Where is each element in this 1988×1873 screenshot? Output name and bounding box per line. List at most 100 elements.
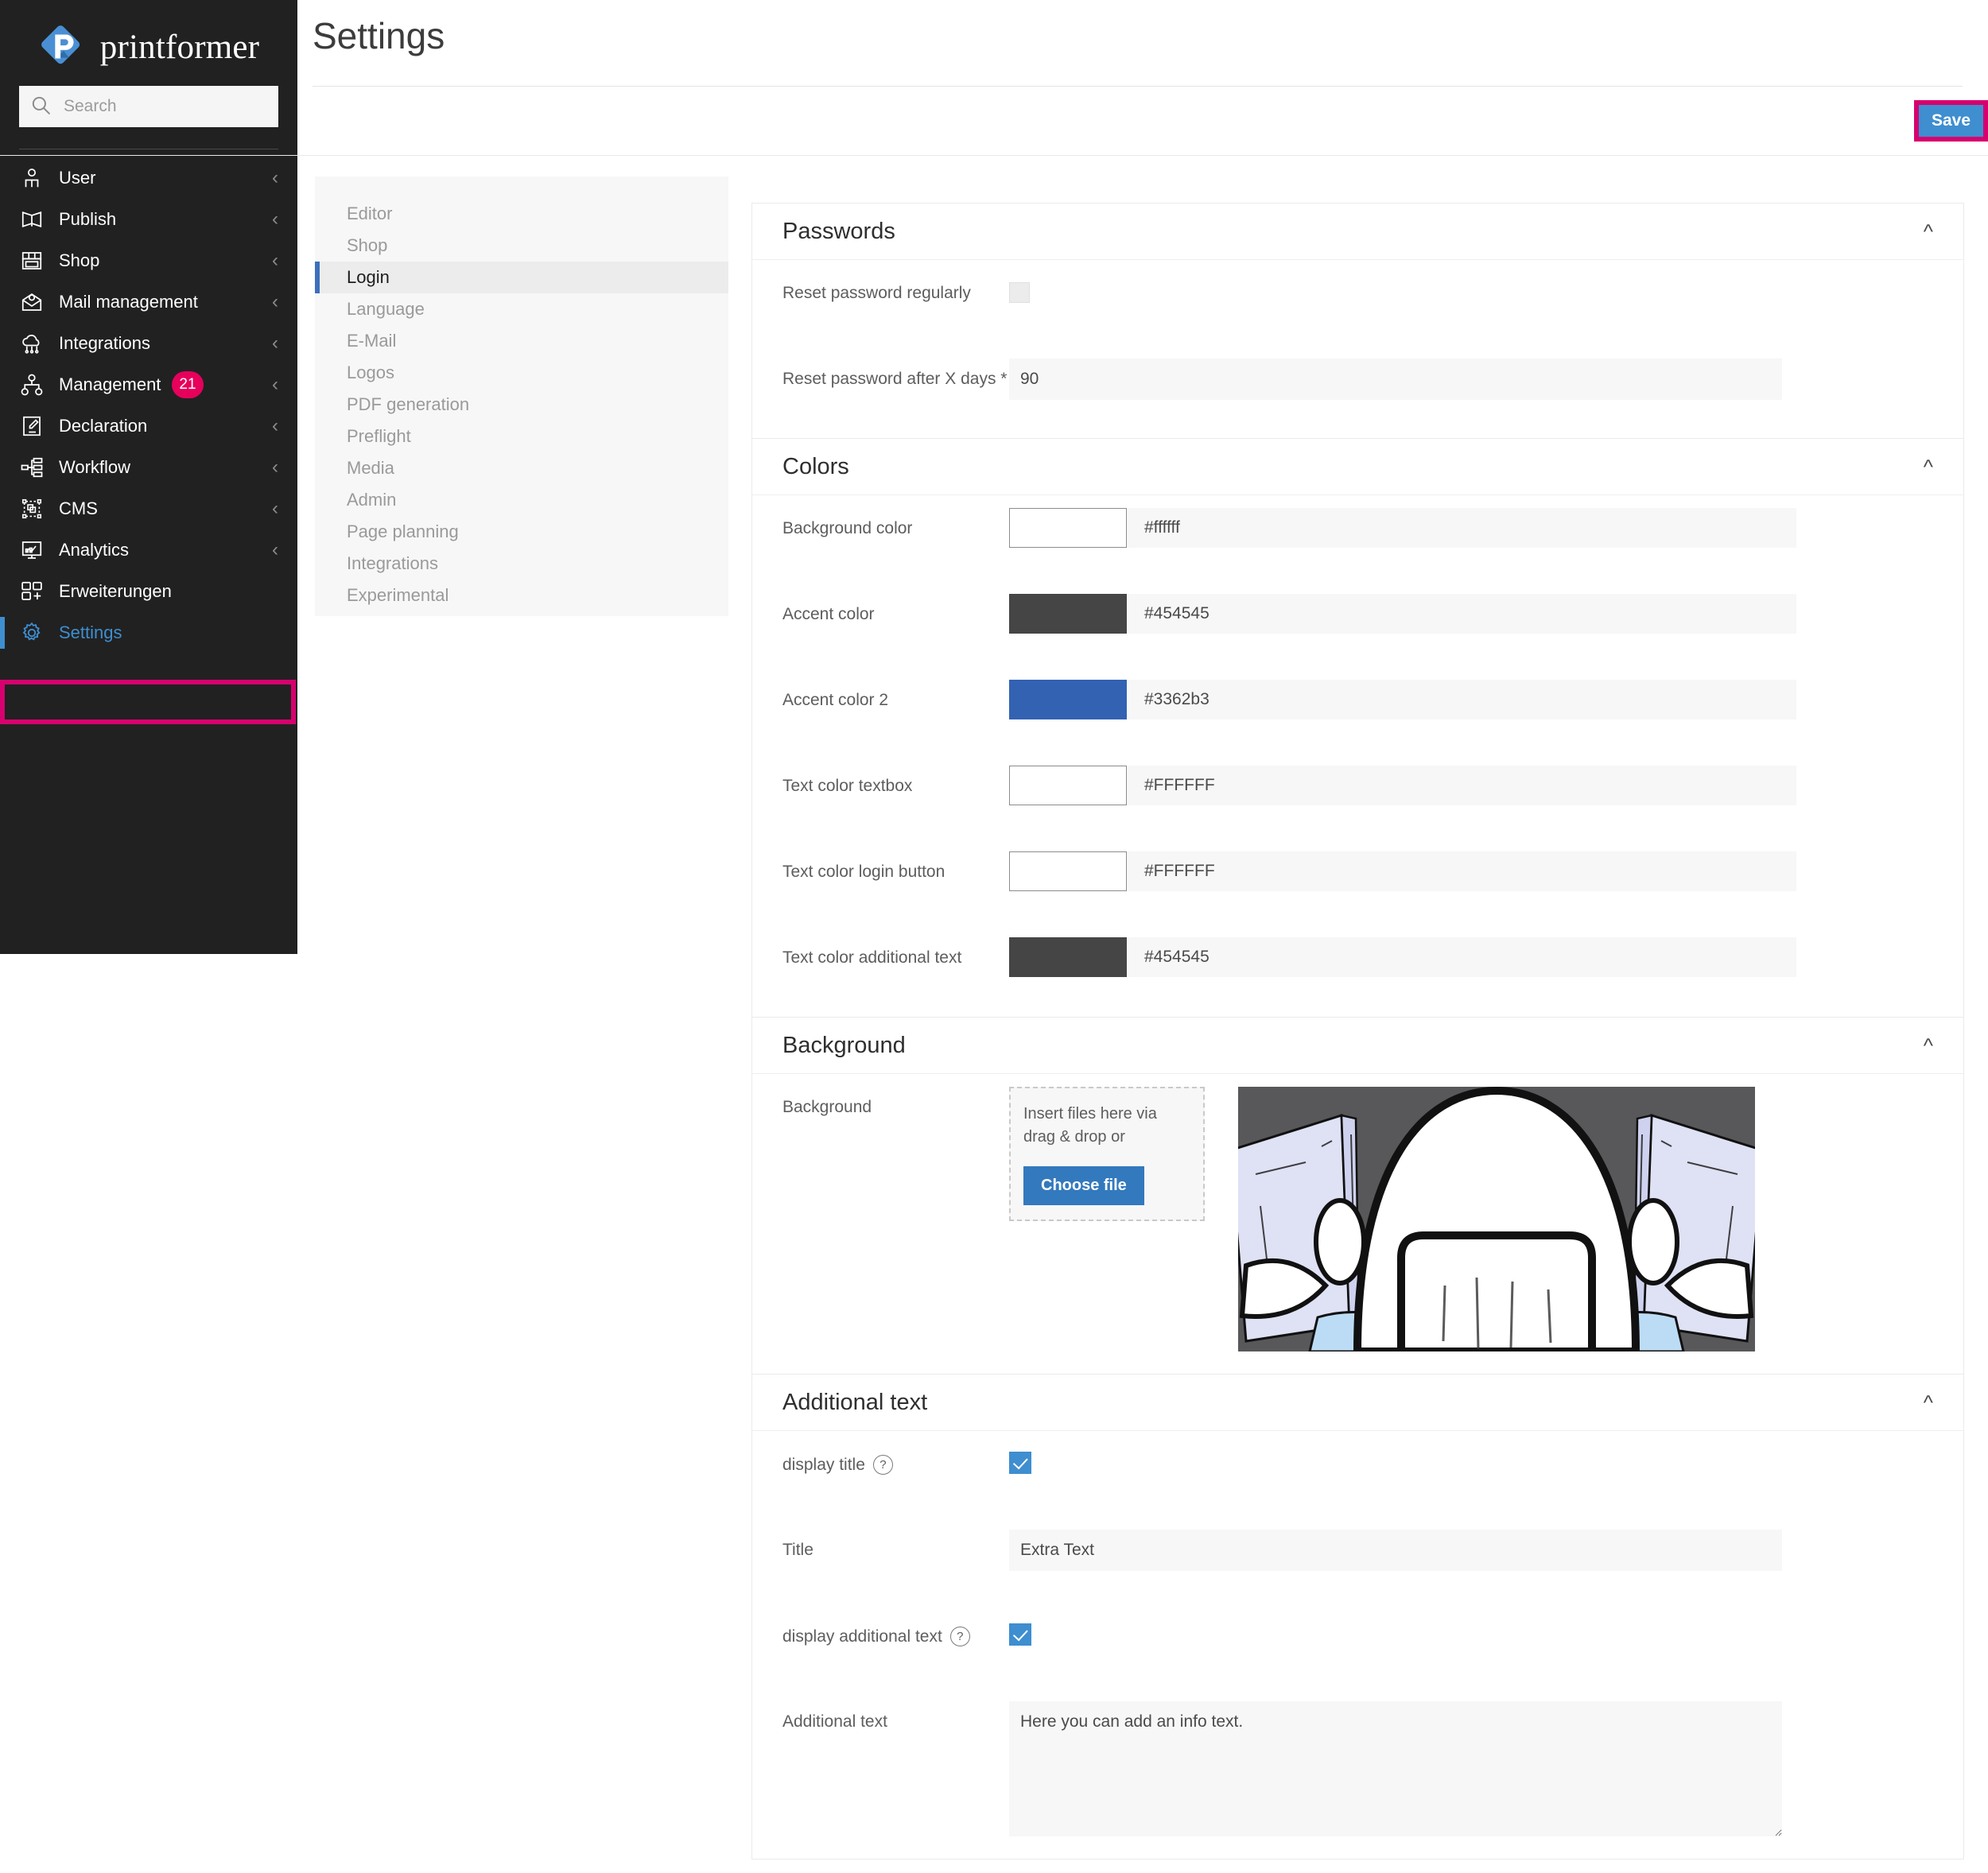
additional-text-section-body: display title ? Title display additional…	[752, 1431, 1963, 1859]
help-icon[interactable]: ?	[873, 1455, 893, 1475]
gear-icon	[14, 615, 49, 650]
chevron-left-icon[interactable]: ‹	[272, 251, 278, 270]
search-box[interactable]	[19, 86, 278, 127]
help-icon[interactable]: ?	[950, 1627, 970, 1646]
submenu-item-label: Experimental	[347, 585, 448, 606]
color-swatch[interactable]	[1009, 594, 1127, 634]
submenu-item-editor[interactable]: Editor	[315, 198, 728, 230]
reset-password-regularly-checkbox[interactable]	[1009, 282, 1030, 303]
submenu-item-login[interactable]: Login	[315, 262, 728, 293]
color-input-group: #FFFFFF	[1009, 766, 1796, 805]
submenu-item-language[interactable]: Language	[315, 293, 728, 325]
chevron-up-icon[interactable]: ^	[1924, 456, 1933, 477]
chevron-left-icon[interactable]: ‹	[272, 499, 278, 518]
sidebar-item-workflow[interactable]: Workflow ‹	[0, 447, 297, 488]
submenu-item-page-planning[interactable]: Page planning	[315, 516, 728, 548]
row-spacer	[782, 1673, 1933, 1701]
section-title: Background	[782, 1033, 906, 1059]
dropzone-instructions: Insert files here via drag & drop or	[1023, 1103, 1190, 1149]
submenu-item-preflight[interactable]: Preflight	[315, 421, 728, 452]
title-row: Title	[782, 1530, 1933, 1587]
chevron-left-icon[interactable]: ‹	[272, 210, 278, 229]
chevron-left-icon[interactable]: ‹	[272, 541, 278, 560]
color-hex-value[interactable]: #454545	[1127, 594, 1209, 634]
title-input[interactable]	[1009, 1530, 1782, 1571]
field-label: Additional text	[782, 1701, 1009, 1731]
color-swatch[interactable]	[1009, 937, 1127, 977]
header-divider	[0, 155, 1988, 156]
chevron-up-icon[interactable]: ^	[1924, 221, 1933, 242]
org-chart-icon	[14, 367, 49, 402]
file-dropzone[interactable]: Insert files here via drag & drop or Cho…	[1009, 1087, 1205, 1221]
background-preview-image	[1238, 1087, 1755, 1351]
reset-password-days-input[interactable]	[1009, 359, 1782, 400]
sidebar-item-analytics[interactable]: Analytics ‹	[0, 529, 297, 571]
additional-text-textarea[interactable]	[1009, 1701, 1782, 1836]
display-additional-text-checkbox[interactable]	[1009, 1623, 1031, 1646]
brand-logo-area[interactable]: printformer	[0, 0, 297, 86]
color-swatch[interactable]	[1009, 508, 1127, 548]
sidebar-item-erweiterungen[interactable]: Erweiterungen	[0, 571, 297, 612]
field-label: Reset password after X days *	[782, 359, 1009, 389]
chevron-left-icon[interactable]: ‹	[272, 293, 278, 312]
active-indicator	[315, 262, 320, 293]
field-label-text: display title	[782, 1456, 865, 1475]
save-button[interactable]: Save	[1919, 105, 1983, 137]
submenu-item-logos[interactable]: Logos	[315, 357, 728, 389]
sidebar-item-user[interactable]: User ‹	[0, 157, 297, 199]
color-hex-value[interactable]: #3362b3	[1127, 680, 1209, 719]
field-label: display title ?	[782, 1444, 1009, 1475]
chevron-left-icon[interactable]: ‹	[272, 169, 278, 188]
sidebar-item-settings[interactable]: Settings	[0, 612, 297, 653]
chevron-left-icon[interactable]: ‹	[272, 375, 278, 394]
background-section-header[interactable]: Background ^	[752, 1018, 1963, 1074]
sidebar-item-shop[interactable]: Shop ‹	[0, 240, 297, 281]
display-title-row: display title ?	[782, 1444, 1933, 1501]
color-hex-value[interactable]: #FFFFFF	[1127, 851, 1215, 891]
row-spacer	[782, 1501, 1933, 1530]
color-hex-value[interactable]: #454545	[1127, 937, 1209, 977]
sidebar-highlight-region[interactable]	[0, 680, 296, 724]
submenu-item-integrations[interactable]: Integrations	[315, 548, 728, 580]
submenu-item-shop[interactable]: Shop	[315, 230, 728, 262]
passwords-section-header[interactable]: Passwords ^	[752, 204, 1963, 260]
additional-text-section-header[interactable]: Additional text ^	[752, 1375, 1963, 1431]
color-swatch[interactable]	[1009, 851, 1127, 891]
sidebar-item-publish[interactable]: Publish ‹	[0, 199, 297, 240]
cms-icon	[14, 491, 49, 526]
sidebar-item-label: Analytics	[59, 540, 129, 560]
submenu-item-label: E-Mail	[347, 331, 396, 351]
display-title-checkbox[interactable]	[1009, 1452, 1031, 1474]
sidebar-item-integrations[interactable]: Integrations ‹	[0, 323, 297, 364]
sidebar-item-management[interactable]: Management 21 ‹	[0, 364, 297, 405]
extensions-icon	[14, 574, 49, 609]
passwords-section: Passwords ^ Reset password regularly Res…	[751, 203, 1964, 438]
sidebar-item-mail-management[interactable]: Mail management ‹	[0, 281, 297, 323]
sidebar-item-cms[interactable]: CMS ‹	[0, 488, 297, 529]
submenu-item-media[interactable]: Media	[315, 452, 728, 484]
submenu-item-pdf-generation[interactable]: PDF generation	[315, 389, 728, 421]
submenu-item-admin[interactable]: Admin	[315, 484, 728, 516]
sidebar-item-declaration[interactable]: Declaration ‹	[0, 405, 297, 447]
chevron-left-icon[interactable]: ‹	[272, 334, 278, 353]
color-hex-value[interactable]: #ffffff	[1127, 508, 1180, 548]
submenu-item-label: Login	[347, 267, 390, 288]
submenu-item-experimental[interactable]: Experimental	[315, 580, 728, 611]
user-icon	[14, 161, 49, 196]
color-swatch[interactable]	[1009, 766, 1127, 805]
accent-color-row: Accent color #454545	[782, 594, 1933, 651]
sidebar-item-label: Settings	[59, 622, 122, 643]
submenu-item-email[interactable]: E-Mail	[315, 325, 728, 357]
colors-section-header[interactable]: Colors ^	[752, 439, 1963, 495]
chevron-up-icon[interactable]: ^	[1924, 1392, 1933, 1413]
chevron-up-icon[interactable]: ^	[1924, 1035, 1933, 1056]
chevron-left-icon[interactable]: ‹	[272, 458, 278, 477]
color-hex-value[interactable]: #FFFFFF	[1127, 766, 1215, 805]
chevron-left-icon[interactable]: ‹	[272, 417, 278, 436]
sidebar-item-label: Erweiterungen	[59, 581, 172, 602]
choose-file-button[interactable]: Choose file	[1023, 1166, 1144, 1205]
search-input[interactable]	[64, 97, 267, 116]
color-swatch[interactable]	[1009, 680, 1127, 719]
sidebar-item-label: Integrations	[59, 333, 150, 354]
background-section-body: Background Insert files here via drag & …	[752, 1074, 1963, 1374]
